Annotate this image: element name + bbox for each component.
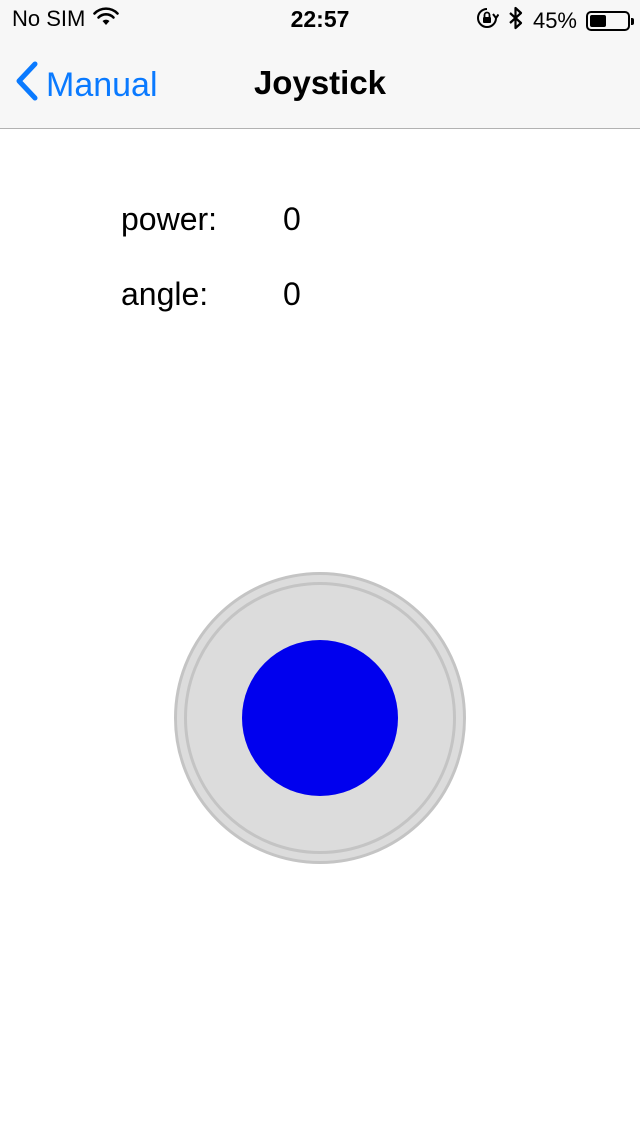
screen: No SIM 22:57 45% Manual Joystick power: …	[0, 0, 640, 1136]
battery-cap	[631, 18, 634, 25]
angle-label: angle:	[121, 276, 209, 312]
battery-fill	[590, 15, 606, 27]
rotation-lock-icon	[475, 6, 500, 36]
power-value: 0	[283, 201, 301, 237]
page-title: Joystick	[253, 64, 387, 101]
power-label: power:	[121, 201, 218, 237]
status-bar: No SIM 22:57 45%	[0, 0, 640, 40]
angle-readout: angle: 0	[121, 276, 301, 313]
battery-icon	[586, 11, 634, 31]
status-right: 45%	[475, 6, 634, 36]
power-readout: power: 0	[121, 201, 301, 238]
battery-percent: 45%	[532, 8, 577, 33]
bluetooth-icon	[508, 6, 524, 36]
joystick-knob[interactable]	[242, 640, 398, 796]
navigation-bar: Manual Joystick	[0, 40, 640, 129]
angle-value: 0	[283, 276, 301, 312]
